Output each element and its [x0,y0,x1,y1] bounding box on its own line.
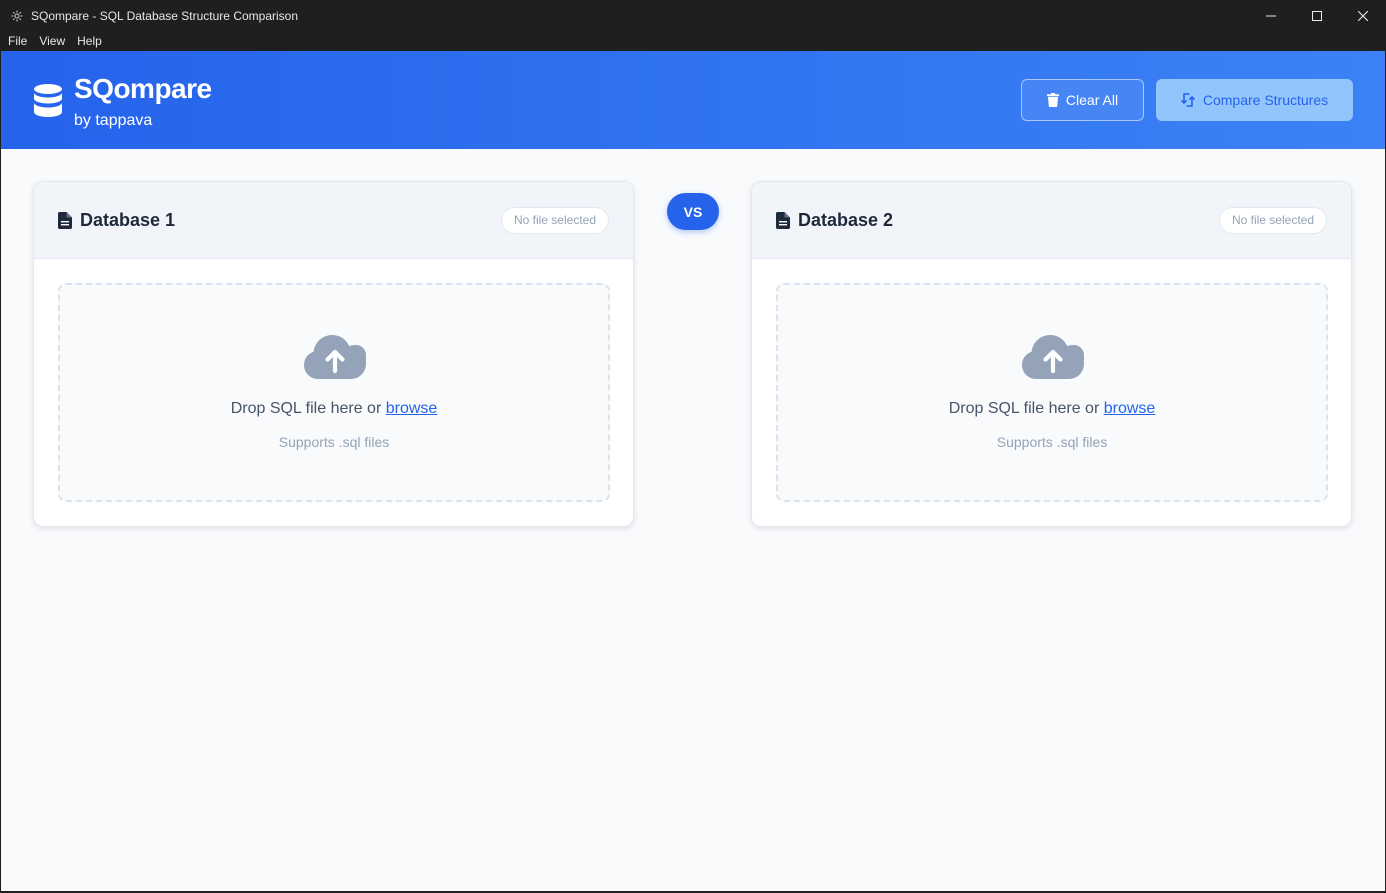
panel-header: Database 2 No file selected [752,182,1351,259]
window-title: SQompare - SQL Database Structure Compar… [31,8,299,23]
minimize-icon [1266,15,1276,16]
database-1-panel: Database 1 No file selected Drop SQL fil… [33,181,634,527]
close-button[interactable] [1340,0,1386,31]
drop-text: Drop SQL file here or [948,400,1104,417]
file-icon [58,212,72,229]
app-subtitle: by tappava [74,112,153,129]
maximize-icon [1312,10,1322,21]
app-header: SQompare by tappava Clear All Compare St… [1,51,1385,149]
main-content: Database 1 No file selected Drop SQL fil… [1,149,1385,891]
maximize-button[interactable] [1294,0,1340,31]
panel-title: Database 2 [798,210,894,230]
menu-bar: File View Help [0,31,1386,51]
drop-instructions: Drop SQL file here or browse [778,400,1326,418]
cloud-upload-icon [1022,335,1084,379]
menu-help[interactable]: Help [71,31,108,51]
window-controls [1248,0,1386,31]
supported-formats-note: Supports .sql files [278,434,390,450]
database-2-panel: Database 2 No file selected Drop SQL fil… [751,181,1352,527]
file-status-badge: No file selected [500,207,609,234]
menu-view[interactable]: View [33,31,71,51]
clear-all-button[interactable]: Clear All [1021,79,1144,121]
panel-header: Database 1 No file selected [34,182,633,259]
panel-title: Database 1 [80,210,176,230]
close-icon [1358,10,1368,21]
app-title: SQompare [74,73,212,104]
compare-structures-label: Compare Structures [1202,92,1329,108]
minimize-button[interactable] [1248,0,1294,31]
gear-icon [10,9,24,23]
browse-link[interactable]: browse [386,400,438,417]
browse-link[interactable]: browse [1104,400,1156,417]
file-drop-zone[interactable]: Drop SQL file here or browse Supports .s… [776,283,1328,502]
clear-all-label: Clear All [1065,92,1119,108]
menu-file[interactable]: File [2,31,33,51]
sync-icon [1181,93,1195,107]
drop-text: Drop SQL file here or [230,400,386,417]
cloud-upload-icon [304,335,366,379]
drop-instructions: Drop SQL file here or browse [60,400,608,418]
file-status-badge: No file selected [1218,207,1327,234]
compare-structures-button[interactable]: Compare Structures [1156,79,1353,121]
file-drop-zone[interactable]: Drop SQL file here or browse Supports .s… [58,283,610,502]
vs-badge: VS [667,193,719,230]
title-bar: SQompare - SQL Database Structure Compar… [0,0,1386,31]
database-icon [34,84,62,117]
trash-icon [1046,93,1059,107]
supported-formats-note: Supports .sql files [996,434,1108,450]
file-icon [776,212,790,229]
